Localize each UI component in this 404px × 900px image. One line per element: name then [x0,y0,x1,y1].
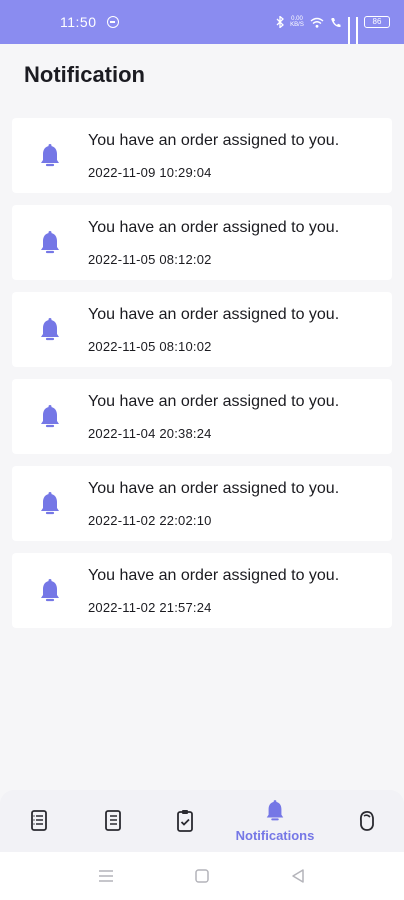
signal-icon-2 [356,16,358,44]
notification-time: 2022-11-05 08:12:02 [88,252,212,267]
notification-message: You have an order assigned to you. [88,132,340,149]
hand-icon [359,810,374,831]
nav-item-tasks[interactable] [168,790,202,852]
do-not-disturb-icon [106,16,119,28]
bluetooth-icon [276,16,284,28]
notification-time: 2022-11-04 20:38:24 [88,426,212,441]
document-icon [105,810,121,831]
bottom-nav: Notifications [0,790,404,852]
signal-icon [348,16,350,44]
bell-icon [41,231,59,254]
notification-item[interactable]: You have an order assigned to you. 2022-… [12,205,392,280]
status-time: 11:50 [60,14,97,30]
call-icon [331,17,341,27]
clipboard-check-icon [177,810,193,832]
notification-time: 2022-11-02 21:57:24 [88,600,212,615]
nav-item-profile[interactable] [350,790,384,852]
nav-item-orders[interactable] [22,790,56,852]
bell-icon [41,492,59,515]
bell-icon [41,144,59,167]
system-nav-bar [0,852,404,900]
nav-item-documents[interactable] [96,790,130,852]
notification-message: You have an order assigned to you. [88,306,340,323]
back-icon[interactable] [288,866,308,886]
notification-message: You have an order assigned to you. [88,219,340,236]
network-speed: 0.00 KB/S [290,16,304,28]
page-title: Notification [24,62,145,87]
nav-item-notifications[interactable]: Notifications [222,790,328,852]
home-icon[interactable] [192,866,212,886]
nav-label-notifications: Notifications [235,827,315,843]
notification-item[interactable]: You have an order assigned to you. 2022-… [12,379,392,454]
notification-message: You have an order assigned to you. [88,393,340,410]
notification-list: You have an order assigned to you. 2022-… [12,118,392,640]
notification-item[interactable]: You have an order assigned to you. 2022-… [12,292,392,367]
status-bar: 11:50 0.00 KB/S 86 [0,0,404,44]
document-list-icon [31,810,47,831]
bell-icon [41,579,59,602]
notification-time: 2022-11-05 08:10:02 [88,339,212,354]
bell-icon [266,799,284,820]
status-icons: 0.00 KB/S 86 [276,16,390,44]
notification-time: 2022-11-09 10:29:04 [88,165,212,180]
notification-item[interactable]: You have an order assigned to you. 2022-… [12,553,392,628]
notification-message: You have an order assigned to you. [88,480,340,497]
wifi-icon [310,17,324,28]
bell-icon [41,318,59,341]
notification-time: 2022-11-02 22:02:10 [88,513,212,528]
notification-item[interactable]: You have an order assigned to you. 2022-… [12,118,392,193]
menu-icon[interactable] [96,866,116,886]
bell-icon [41,405,59,428]
notification-item[interactable]: You have an order assigned to you. 2022-… [12,466,392,541]
notification-message: You have an order assigned to you. [88,567,340,584]
battery-icon: 86 [364,16,390,28]
